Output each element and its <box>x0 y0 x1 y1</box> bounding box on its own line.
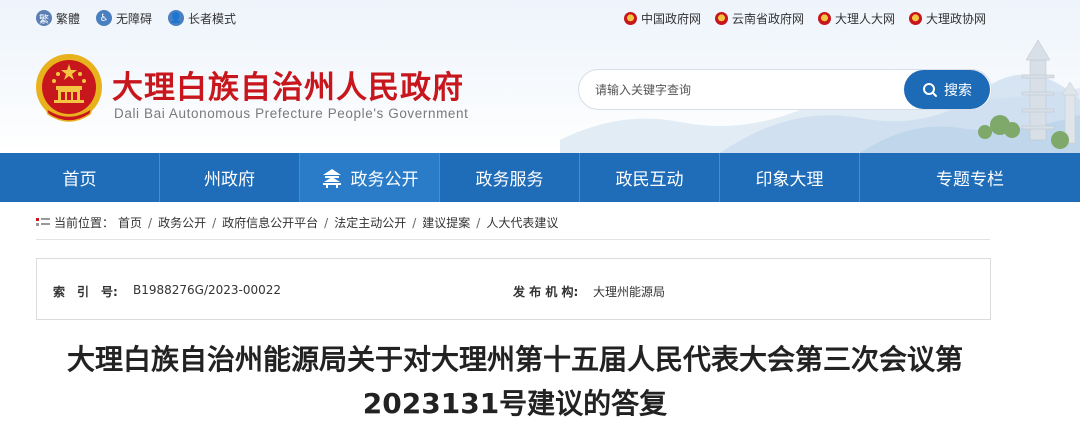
index-number-label: 索 引 号: <box>53 285 118 299</box>
nav-prefecture-gov[interactable]: 州政府 <box>160 153 300 202</box>
nav-label: 政民互动 <box>615 170 684 190</box>
breadcrumb-item[interactable]: 首页 <box>118 214 142 231</box>
breadcrumb-separator: / <box>324 215 329 230</box>
nav-gov-affairs-open[interactable]: 政务公开 <box>300 153 440 202</box>
accessibility-label: 无障碍 <box>116 11 153 26</box>
elder-mode-label: 长者模式 <box>188 11 237 26</box>
breadcrumb-item[interactable]: 人大代表建议 <box>486 214 558 231</box>
nav-label: 印象大理 <box>755 170 824 190</box>
site-header: 繁 繁體 ♿ 无障碍 👤 长者模式 中国政府网 云南省政府网 大理人大网 大理政… <box>0 0 1080 153</box>
traditional-chinese-toggle[interactable]: 繁 繁體 <box>36 10 80 27</box>
breadcrumb-separator: / <box>148 215 153 230</box>
national-emblem-logo[interactable] <box>34 52 104 126</box>
national-emblem-icon <box>623 11 637 25</box>
breadcrumb-divider <box>36 239 990 240</box>
article-title: 大理白族自治州能源局关于对大理州第十五届人民代表大会第三次会议第 2023131… <box>30 338 1000 426</box>
nav-gov-services[interactable]: 政务服务 <box>440 153 580 202</box>
nav-label: 政务服务 <box>475 170 544 190</box>
search-icon <box>923 82 937 97</box>
cppcc-emblem-icon <box>908 11 922 25</box>
search-input[interactable] <box>579 82 899 97</box>
article-title-line-1: 大理白族自治州能源局关于对大理州第十五届人民代表大会第三次会议第 <box>66 343 963 376</box>
breadcrumb: 当前位置： 首页 / 政务公开 / 政府信息公开平台 / 法定主动公开 / 建议… <box>36 214 558 231</box>
gov-links-bar: 中国政府网 云南省政府网 大理人大网 大理政协网 <box>623 8 986 28</box>
breadcrumb-separator: / <box>212 215 217 230</box>
accessibility-toggle[interactable]: ♿ 无障碍 <box>96 10 152 27</box>
publisher-label: 发 布 机 构: <box>513 285 579 299</box>
breadcrumb-item[interactable]: 政务公开 <box>158 214 206 231</box>
elder-icon: 👤 <box>168 10 185 26</box>
link-dali-cppcc[interactable]: 大理政协网 <box>908 10 986 27</box>
publisher-value: 大理州能源局 <box>593 285 666 299</box>
location-icon <box>36 217 50 226</box>
index-number-value: B1988276G/2023-00022 <box>133 283 282 297</box>
nav-interaction[interactable]: 政民互动 <box>580 153 720 202</box>
elder-mode-toggle[interactable]: 👤 长者模式 <box>168 10 236 27</box>
traditional-label: 繁體 <box>56 11 81 26</box>
breadcrumb-separator: / <box>476 215 481 230</box>
main-nav: 首页 州政府 政务公开 政务服务 政民互动 印象大理 专题专栏 <box>0 153 1080 202</box>
link-yunnan-gov[interactable]: 云南省政府网 <box>714 10 804 27</box>
pagoda-icon <box>322 168 341 188</box>
link-dali-npc[interactable]: 大理人大网 <box>817 10 895 27</box>
national-emblem-icon <box>817 11 831 25</box>
breadcrumb-label: 当前位置： <box>54 216 115 230</box>
link-label: 云南省政府网 <box>731 11 804 26</box>
breadcrumb-separator: / <box>412 215 417 230</box>
nav-impression-dali[interactable]: 印象大理 <box>720 153 860 202</box>
link-label: 大理人大网 <box>834 11 895 26</box>
site-title[interactable]: 大理白族自治州人民政府 <box>112 62 464 107</box>
search-button[interactable]: 搜索 <box>904 70 990 109</box>
nav-label: 专题专栏 <box>936 170 1004 190</box>
article-title-line-2: 2023131号建议的答复 <box>362 387 668 420</box>
nav-label: 政务公开 <box>350 170 419 190</box>
breadcrumb-item[interactable]: 政府信息公开平台 <box>222 214 318 231</box>
link-label: 中国政府网 <box>640 11 701 26</box>
search-button-label: 搜索 <box>944 82 972 99</box>
document-meta-box: 索 引 号: B1988276G/2023-00022 发 布 机 构: 大理州… <box>36 258 991 320</box>
traditional-icon: 繁 <box>36 10 52 26</box>
nav-label: 首页 <box>62 170 97 190</box>
link-label: 大理政协网 <box>925 11 986 26</box>
breadcrumb-item[interactable]: 建议提案 <box>422 214 470 231</box>
breadcrumb-item[interactable]: 法定主动公开 <box>334 214 406 231</box>
search-box: 搜索 <box>578 69 992 110</box>
utility-bar: 繁 繁體 ♿ 无障碍 👤 长者模式 <box>36 8 236 28</box>
link-central-gov[interactable]: 中国政府网 <box>623 10 701 27</box>
nav-label: 州政府 <box>204 170 255 190</box>
national-emblem-icon <box>714 11 728 25</box>
nav-special-topics[interactable]: 专题专栏 <box>860 153 1080 202</box>
wheelchair-icon: ♿ <box>96 10 113 26</box>
site-subtitle: Dali Bai Autonomous Prefecture People's … <box>114 106 469 121</box>
nav-home[interactable]: 首页 <box>0 153 160 202</box>
